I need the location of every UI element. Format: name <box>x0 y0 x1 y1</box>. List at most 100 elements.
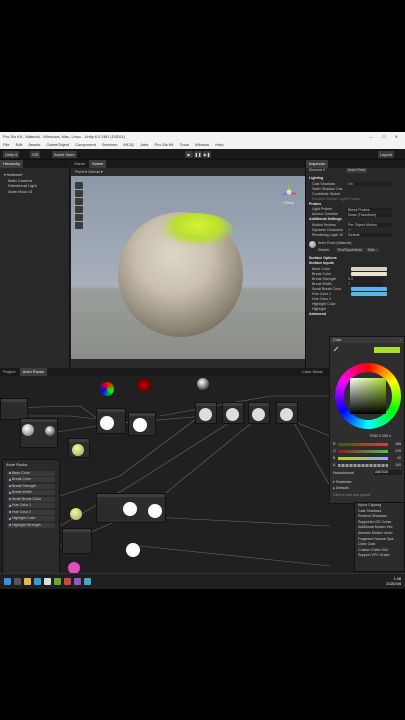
node-preview-icon <box>280 408 293 421</box>
start-icon[interactable] <box>4 578 11 585</box>
property-break-strength[interactable]: Break Strength <box>7 483 55 489</box>
cast-shadows-value[interactable]: On <box>347 182 392 186</box>
break-width-value[interactable]: 1 <box>347 282 383 286</box>
rect-tool-icon[interactable] <box>75 214 83 221</box>
property-highlight-color[interactable]: Highlight Color <box>7 516 55 521</box>
color-mode-label[interactable]: RGB 0-255 ▾ <box>370 434 391 438</box>
menu-item-vfx-graph[interactable]: Support VFX Graph <box>355 553 404 559</box>
menu-file[interactable]: File <box>3 142 9 147</box>
add-preset-hint[interactable]: Click to add new preset <box>333 493 370 497</box>
slider-r[interactable]: R 168 <box>333 442 403 447</box>
break-strength-value[interactable]: 0.1 <box>347 277 383 281</box>
tab-project[interactable]: Project <box>0 368 18 376</box>
slider-r-value[interactable]: 168 <box>395 442 401 447</box>
anchor-override-value[interactable]: None (Transform) <box>347 212 392 217</box>
app-icon[interactable] <box>74 578 81 585</box>
slider-g-track[interactable] <box>338 450 388 453</box>
menu-gameobject[interactable]: GameObject <box>47 142 69 147</box>
swatches-foldout[interactable]: ▾ Swatches <box>333 480 351 484</box>
property-break-color[interactable]: Break Color <box>7 477 55 482</box>
close-icon[interactable]: ✕ <box>399 337 402 343</box>
slider-a-value[interactable]: 100 <box>395 463 401 468</box>
scene-viewport[interactable]: < Persp <box>71 176 305 359</box>
pause-button[interactable]: ❚❚ <box>194 151 202 158</box>
property-base-color[interactable]: Base Color <box>7 470 55 476</box>
slider-g-value[interactable]: 225 <box>395 449 401 454</box>
taskbar-clock[interactable]: 1:38 2025/4/8 <box>386 577 401 587</box>
property-hue-color-2[interactable]: Hue Color 2 <box>7 509 55 515</box>
unity-icon[interactable] <box>44 578 51 585</box>
slider-b-track[interactable] <box>338 457 388 460</box>
orientation-gizmo-icon[interactable]: < Persp <box>279 180 299 206</box>
property-small-break-color[interactable]: Small Break Color <box>7 496 55 502</box>
menu-services[interactable]: Services <box>102 142 117 147</box>
property-break-width[interactable]: Break Width <box>7 490 55 495</box>
saturation-value-square[interactable] <box>350 378 386 414</box>
menu-component[interactable]: Component <box>75 142 96 147</box>
receive-global-value[interactable]: Receive Global I Light Probes <box>312 197 360 201</box>
pivot-global-toggle[interactable]: Pivot ▾ Global ▾ <box>71 169 103 174</box>
transform-tool-icon[interactable] <box>75 222 83 229</box>
defaults-foldout[interactable]: ▸ Defaults <box>333 486 349 490</box>
small-break-color-swatch[interactable] <box>351 287 387 291</box>
app-icon[interactable] <box>54 578 61 585</box>
graph-node[interactable] <box>0 398 28 420</box>
graph-node[interactable] <box>62 528 92 554</box>
light-probes-value[interactable]: Blend Probes <box>347 207 392 212</box>
sis-button[interactable]: SIS <box>30 151 41 158</box>
explorer-icon[interactable] <box>24 578 31 585</box>
tab-game[interactable]: Game <box>71 160 88 168</box>
property-hue-color-1[interactable]: Hue Color 1 <box>7 503 55 508</box>
break-color-swatch[interactable] <box>351 272 387 276</box>
object-name[interactable]: Anim Rock <box>346 168 368 173</box>
menu-prosis[interactable]: Pro-Sis Kit <box>155 142 174 147</box>
shader-label: Shader <box>318 247 330 252</box>
node-preview-icon <box>197 378 209 390</box>
app-icon[interactable] <box>84 578 91 585</box>
menu-assets[interactable]: Assets <box>28 142 40 147</box>
eyedropper-icon[interactable] <box>333 346 339 352</box>
hue-color-1-swatch[interactable] <box>351 292 387 296</box>
base-color-swatch[interactable] <box>351 267 387 271</box>
slider-b[interactable]: B 42 <box>333 456 403 461</box>
tab-scene[interactable]: Scene <box>89 160 107 168</box>
menu-tools[interactable]: Tools <box>179 142 188 147</box>
edit-shader-button[interactable]: Edit... <box>366 248 380 252</box>
slider-b-value[interactable]: 42 <box>397 456 401 461</box>
menu-jobs[interactable]: Jobs <box>140 142 148 147</box>
shader-dropdown[interactable]: Pro/Top/Anime <box>336 248 364 252</box>
slider-g[interactable]: G 225 <box>333 449 403 454</box>
layout-dropdown[interactable]: Layout <box>378 151 395 158</box>
rendering-layer-value[interactable]: Default <box>347 233 392 237</box>
asset-store-button[interactable]: Asset Store <box>52 151 77 158</box>
hand-tool-icon[interactable] <box>75 182 83 189</box>
move-tool-icon[interactable] <box>75 190 83 197</box>
hue-wheel[interactable] <box>335 363 401 429</box>
slider-r-track[interactable] <box>338 443 388 446</box>
slider-a-track[interactable] <box>338 464 388 467</box>
step-button[interactable]: ▶❚ <box>203 151 211 158</box>
play-button[interactable]: ▶ <box>185 151 193 158</box>
hue-color-1-label: Hue Color 1 <box>312 291 332 296</box>
motion-vectors-value[interactable]: Per Object Motion <box>347 223 392 227</box>
property-highlight-strength[interactable]: Highlight Strength <box>7 522 55 528</box>
menu-window[interactable]: Window <box>195 142 209 147</box>
rotate-tool-icon[interactable] <box>75 198 83 205</box>
hierarchy-item[interactable]: Anim Rock 01 <box>0 189 69 195</box>
edge-icon[interactable] <box>34 578 41 585</box>
tab-hierarchy[interactable]: Hierarchy <box>0 160 24 168</box>
tab-inspector[interactable]: Inspector <box>306 160 329 168</box>
color-mode-dropdown[interactable]: Color Mode <box>302 368 323 376</box>
menu-edit[interactable]: Edit <box>16 142 23 147</box>
advanced-section[interactable]: Advanced <box>306 312 405 318</box>
menu-mciq[interactable]: MCIQ <box>123 142 133 147</box>
menu-help[interactable]: Help <box>215 142 223 147</box>
scale-tool-icon[interactable] <box>75 206 83 213</box>
window-controls[interactable]: — ☐ ✕ <box>369 132 402 141</box>
hex-input[interactable]: A8E02A <box>374 470 402 475</box>
account-button[interactable]: Unity 6 <box>3 151 20 158</box>
app-icon[interactable] <box>64 578 71 585</box>
search-icon[interactable] <box>14 578 21 585</box>
tab-anim-rocks[interactable]: Anim Rocks <box>19 368 47 376</box>
slider-a[interactable]: A 100 <box>333 463 403 468</box>
